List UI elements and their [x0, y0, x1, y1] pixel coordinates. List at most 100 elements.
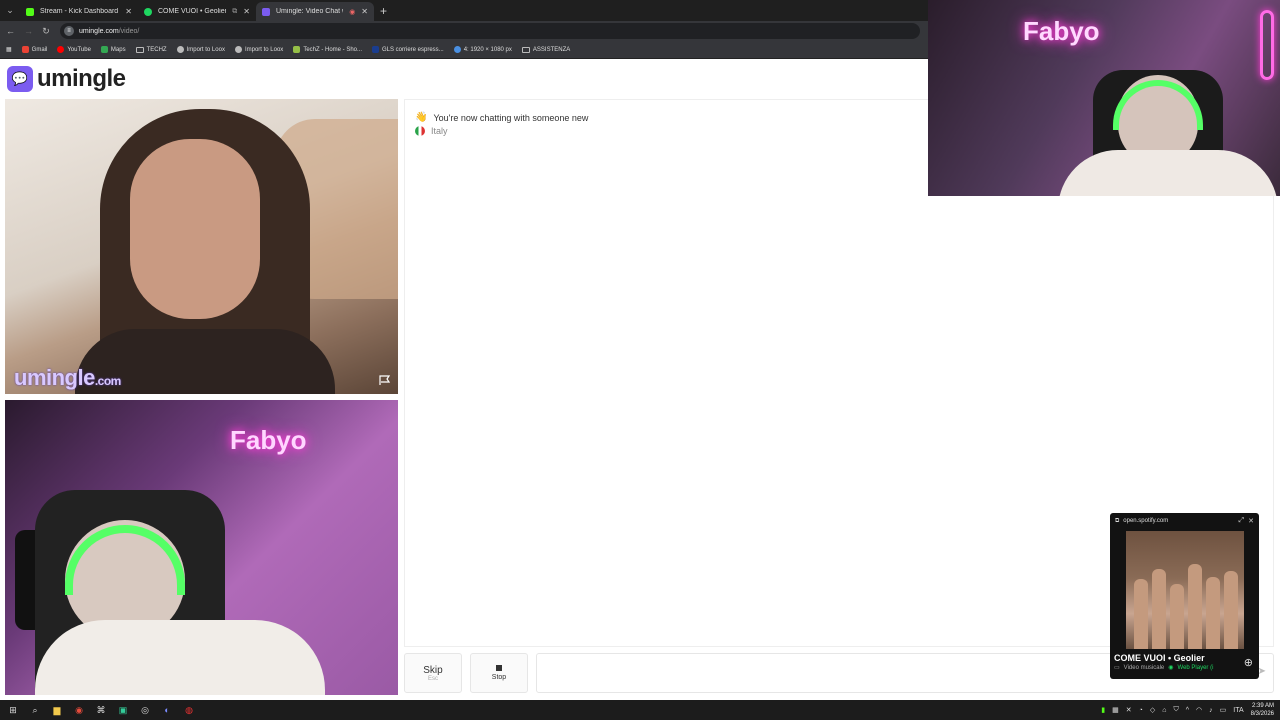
bookmark-gls[interactable]: GLS corriere espress...: [372, 46, 444, 53]
stranger-face: [130, 139, 260, 319]
umingle-logo[interactable]: 💬 umingle: [7, 65, 126, 93]
logo-text: umingle: [37, 65, 126, 92]
bookmark-techz-folder[interactable]: TECHZ: [135, 46, 167, 53]
folder-icon: [521, 46, 530, 53]
tab-umingle[interactable]: Umingle: Video Chat with S ◉ ✕: [256, 2, 374, 21]
bookmark-import-loox-1[interactable]: Import to Loox: [176, 46, 225, 53]
taskbar: ⊞ ⌕ ▆ ◉ ⌘ ▣ ◎ ◐ ◍ ▮ ▦ ✕ ◔ ◇ ⌂ ⛉ ^ ◠ ♪ ▭ …: [0, 700, 1280, 720]
clock-date: 8/3/2026: [1250, 711, 1274, 717]
tab-label: Stream - Kick Dashboard: [40, 8, 119, 15]
spotify-icon: ◉: [1168, 665, 1174, 671]
tray-chevron-icon[interactable]: ^: [1186, 707, 1189, 714]
globe-icon: [234, 46, 242, 53]
umingle-watermark: umingle.com: [14, 365, 121, 391]
site-info-icon[interactable]: ≡: [64, 26, 74, 36]
system-tray: ▮ ▦ ✕ ◔ ◇ ⌂ ⛉ ^ ◠ ♪ ▭ ITA 2:39 AM 8/3/20…: [1101, 702, 1274, 718]
streamer-shirt: [35, 620, 325, 695]
apps-grid-icon[interactable]: ▦: [6, 46, 12, 53]
neon-tube: [1260, 10, 1274, 80]
bookmark-label: YouTube: [67, 46, 91, 53]
tray-app-icon[interactable]: ⌂: [1162, 707, 1166, 714]
art-figure: [1187, 564, 1202, 649]
clock-time: 2:39 AM: [1251, 703, 1274, 709]
report-flag-icon[interactable]: [379, 375, 391, 386]
stop-label: Stop: [491, 674, 507, 681]
chrome-icon[interactable]: ◉: [74, 705, 84, 715]
bookmark-label: GLS corriere espress...: [382, 46, 444, 53]
tray-app-icon[interactable]: ▮: [1101, 706, 1105, 714]
system-message-text: You're now chatting with someone new: [433, 112, 589, 123]
spotify-header: ⧉ open.spotify.com ⤢ ✕: [1110, 513, 1259, 529]
wifi-icon[interactable]: ◠: [1196, 706, 1202, 714]
tab-close-icon[interactable]: ✕: [361, 7, 368, 16]
tray-app-icon[interactable]: ▦: [1112, 706, 1119, 714]
tab-kick-dashboard[interactable]: Stream - Kick Dashboard ✕: [20, 2, 138, 21]
streamer-shirt: [1058, 150, 1278, 196]
italy-flag-icon: [415, 126, 425, 136]
tab-search-icon[interactable]: ⌄: [0, 0, 20, 21]
bookmark-techz-shop[interactable]: TechZ - Home - Sho...: [293, 46, 362, 53]
new-tab-icon[interactable]: +: [380, 4, 387, 18]
reload-icon[interactable]: ↻: [42, 26, 50, 37]
spotify-mini-player: ⧉ open.spotify.com ⤢ ✕ COME VUOI • Geoli…: [1110, 513, 1259, 679]
file-explorer-icon[interactable]: ▆: [52, 705, 62, 715]
skip-label: Skip: [423, 664, 443, 676]
tab-close-icon[interactable]: ✕: [125, 7, 132, 16]
obs-icon[interactable]: ◎: [140, 705, 150, 715]
shopify-icon: [293, 46, 301, 53]
back-icon[interactable]: ←: [6, 26, 15, 36]
battery-icon[interactable]: ▭: [1220, 706, 1227, 714]
bookmark-label: 4: 1920 × 1080 px: [463, 46, 512, 53]
bookmark-gmail[interactable]: Gmail: [21, 46, 48, 53]
tab-close-icon[interactable]: ✕: [243, 7, 250, 16]
art-figure: [1169, 584, 1184, 649]
terminal-icon[interactable]: ▣: [118, 705, 128, 715]
close-icon[interactable]: ✕: [1248, 517, 1254, 525]
tab-label: COME VUOI • Geolier: [158, 8, 227, 15]
bookmark-assistenza-folder[interactable]: ASSISTENZA: [521, 46, 571, 53]
bookmark-label: TechZ - Home - Sho...: [303, 46, 362, 53]
skip-hint: Esc: [427, 675, 438, 682]
bookmark-label: Gmail: [31, 46, 48, 53]
pip-icon: ⧉: [1115, 517, 1120, 524]
album-art: [1125, 531, 1244, 649]
url-input[interactable]: ≡ umingle.com/video/: [60, 23, 920, 39]
volume-icon[interactable]: ♪: [1209, 707, 1213, 714]
maps-icon: [100, 46, 108, 53]
wave-icon: 👋: [415, 112, 428, 123]
add-icon[interactable]: ⊕: [1244, 656, 1253, 669]
webcam-overlay: Fabyo: [928, 0, 1280, 196]
tray-app-icon[interactable]: ◇: [1150, 706, 1155, 714]
windows-start-icon[interactable]: ⊞: [8, 705, 18, 715]
bookmark-label: Maps: [110, 46, 126, 53]
picture-in-picture-icon: ⧉: [232, 7, 238, 15]
stop-icon: [496, 665, 502, 671]
stop-button[interactable]: Stop: [470, 653, 528, 693]
watermark-tld: .com: [94, 374, 122, 388]
app-icon[interactable]: ⌘: [96, 705, 106, 715]
forward-icon[interactable]: →: [24, 26, 33, 36]
search-icon[interactable]: ⌕: [30, 705, 40, 715]
bookmark-maps[interactable]: Maps: [100, 46, 126, 53]
skip-button[interactable]: Skip Esc: [404, 653, 462, 693]
folder-icon: [135, 46, 144, 53]
bookmark-youtube[interactable]: YouTube: [57, 46, 91, 53]
stranger-video: umingle.com: [5, 99, 398, 394]
shield-icon[interactable]: ⛉: [1173, 706, 1178, 714]
globe-icon: [176, 46, 184, 53]
tab-spotify[interactable]: COME VUOI • Geolier ⧉ ✕: [138, 2, 256, 21]
language-indicator[interactable]: ITA: [1233, 707, 1243, 714]
back-to-tab-icon[interactable]: ⤢: [1239, 517, 1245, 525]
bookmark-import-loox-2[interactable]: Import to Loox: [234, 46, 283, 53]
bookmark-label: ASSISTENZA: [532, 46, 571, 53]
url-path: /video/: [118, 27, 140, 35]
url-host: umingle.com: [79, 27, 119, 35]
watermark-text: umingle: [14, 365, 95, 390]
bookmark-resolution[interactable]: 4: 1920 × 1080 px: [453, 46, 512, 53]
tray-app-icon[interactable]: ✕: [1126, 706, 1132, 714]
youtube-icon: [57, 46, 65, 53]
recording-app-icon[interactable]: ◍: [184, 705, 194, 715]
tray-app-icon[interactable]: ◔: [1139, 707, 1143, 714]
discord-icon[interactable]: ◐: [162, 705, 172, 715]
clock[interactable]: 2:39 AM 8/3/2026: [1251, 702, 1274, 718]
